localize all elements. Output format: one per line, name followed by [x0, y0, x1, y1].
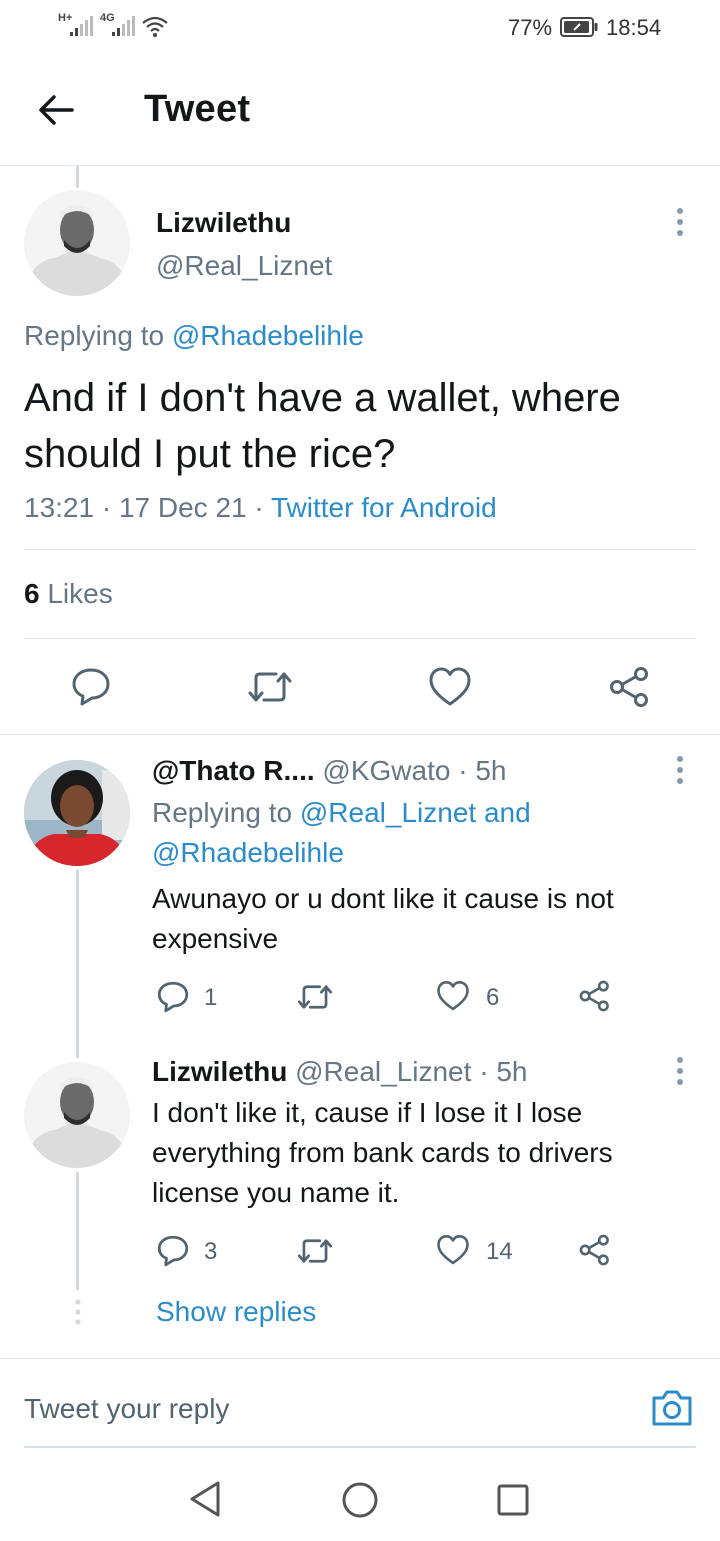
signal-icon-2 — [112, 16, 135, 36]
reply-header: @Thato R.... @KGwato · 5h — [152, 755, 507, 786]
likes-label: Likes — [47, 578, 113, 609]
replying-to-line: Replying to @Real_Liznet and — [152, 797, 531, 829]
replying-to-prefix: Replying to — [24, 320, 165, 351]
nav-back-icon[interactable] — [188, 1480, 222, 1518]
back-arrow-icon[interactable] — [36, 92, 76, 128]
thread-line — [76, 870, 79, 1058]
thread-line — [76, 1172, 79, 1290]
retweet-icon[interactable] — [246, 668, 294, 706]
header-bar — [0, 56, 720, 166]
display-name[interactable]: Lizwilethu — [152, 1056, 287, 1087]
divider — [24, 638, 696, 639]
like-heart-icon[interactable] — [436, 1234, 470, 1266]
nav-home-icon[interactable] — [341, 1481, 379, 1519]
clock: 18:54 — [606, 15, 662, 40]
wifi-icon — [142, 16, 168, 37]
replying-to-line: Replying to @Rhadebelihle — [24, 320, 364, 352]
thread-line-top — [76, 166, 79, 188]
user-handle[interactable]: @Real_Liznet — [295, 1056, 471, 1087]
replying-to-link[interactable]: @Real_Liznet and — [300, 797, 531, 828]
reply-icon[interactable] — [156, 1234, 190, 1268]
like-heart-icon[interactable] — [436, 980, 470, 1012]
reply-icon[interactable] — [156, 980, 190, 1014]
reply-text-line: I don't like it, cause if I lose it I lo… — [152, 1097, 583, 1128]
reply-icon[interactable] — [70, 666, 112, 708]
user-photo-icon — [24, 1062, 130, 1168]
tweet-date: 17 Dec 21 — [118, 492, 247, 523]
more-options-icon[interactable] — [670, 1055, 690, 1087]
tweet-meta: 13:21 · 17 Dec 21 · Twitter for Android — [24, 492, 497, 523]
like-heart-icon[interactable] — [428, 666, 472, 708]
more-options-icon[interactable] — [670, 206, 690, 238]
avatar[interactable] — [24, 190, 130, 296]
avatar[interactable] — [24, 760, 130, 866]
reply-text-line: everything from bank cards to drivers — [152, 1137, 613, 1168]
divider — [24, 549, 696, 550]
reply-age: 5h — [496, 1056, 528, 1087]
display-name[interactable]: @Thato R.... — [152, 755, 315, 786]
share-icon[interactable] — [578, 1234, 612, 1266]
display-name[interactable]: Lizwilethu — [156, 207, 291, 239]
likes-count: 6 — [24, 578, 40, 609]
tweet-time: 13:21 — [24, 492, 95, 523]
avatar[interactable] — [24, 1062, 130, 1168]
user-handle[interactable]: @Real_Liznet — [156, 250, 332, 282]
tweet-source-link[interactable]: Twitter for Android — [271, 492, 497, 523]
tweet-text: And if I don't have a wallet, where shou… — [24, 376, 621, 476]
battery-percent: 77% — [508, 15, 553, 40]
signal-icon — [70, 16, 93, 36]
likes-summary[interactable]: 6 Likes — [24, 578, 113, 610]
replying-to-link[interactable]: @Rhadebelihle — [172, 320, 364, 351]
retweet-icon[interactable] — [296, 1236, 334, 1266]
like-count: 6 — [486, 984, 500, 1011]
thread-ellipsis-icon — [75, 1299, 81, 1325]
reply-input-underline — [24, 1446, 696, 1448]
reply-text-line: expensive — [152, 923, 279, 954]
like-count: 14 — [486, 1238, 513, 1265]
user-photo-icon — [24, 190, 130, 296]
share-icon[interactable] — [608, 666, 652, 708]
share-icon[interactable] — [578, 980, 612, 1012]
reply-age: 5h — [475, 755, 507, 786]
reply-text-line: Awunayo or u dont like it cause is not — [152, 883, 614, 914]
divider — [0, 734, 720, 735]
reply-header: Lizwilethu @Real_Liznet · 5h — [152, 1056, 528, 1087]
nav-recents-icon[interactable] — [496, 1483, 530, 1517]
replying-to-link[interactable]: @Rhadebelihle — [152, 837, 344, 869]
reply-input[interactable]: Tweet your reply — [24, 1393, 229, 1425]
show-replies-link[interactable]: Show replies — [156, 1296, 316, 1328]
page-title: Tweet — [144, 88, 251, 130]
divider — [0, 1358, 720, 1359]
user-handle[interactable]: @KGwato — [322, 755, 450, 786]
reply-text-line: license you name it. — [152, 1177, 400, 1208]
reply-count: 3 — [204, 1238, 218, 1265]
more-options-icon[interactable] — [670, 754, 690, 786]
battery-icon — [560, 17, 598, 37]
status-bar: H+ 4G 77% 18:54 — [0, 0, 720, 56]
reply-count: 1 — [204, 984, 218, 1011]
camera-icon[interactable] — [650, 1388, 694, 1428]
user-photo-icon — [24, 760, 130, 866]
replying-to-prefix: Replying to — [152, 797, 293, 828]
retweet-icon[interactable] — [296, 982, 334, 1012]
